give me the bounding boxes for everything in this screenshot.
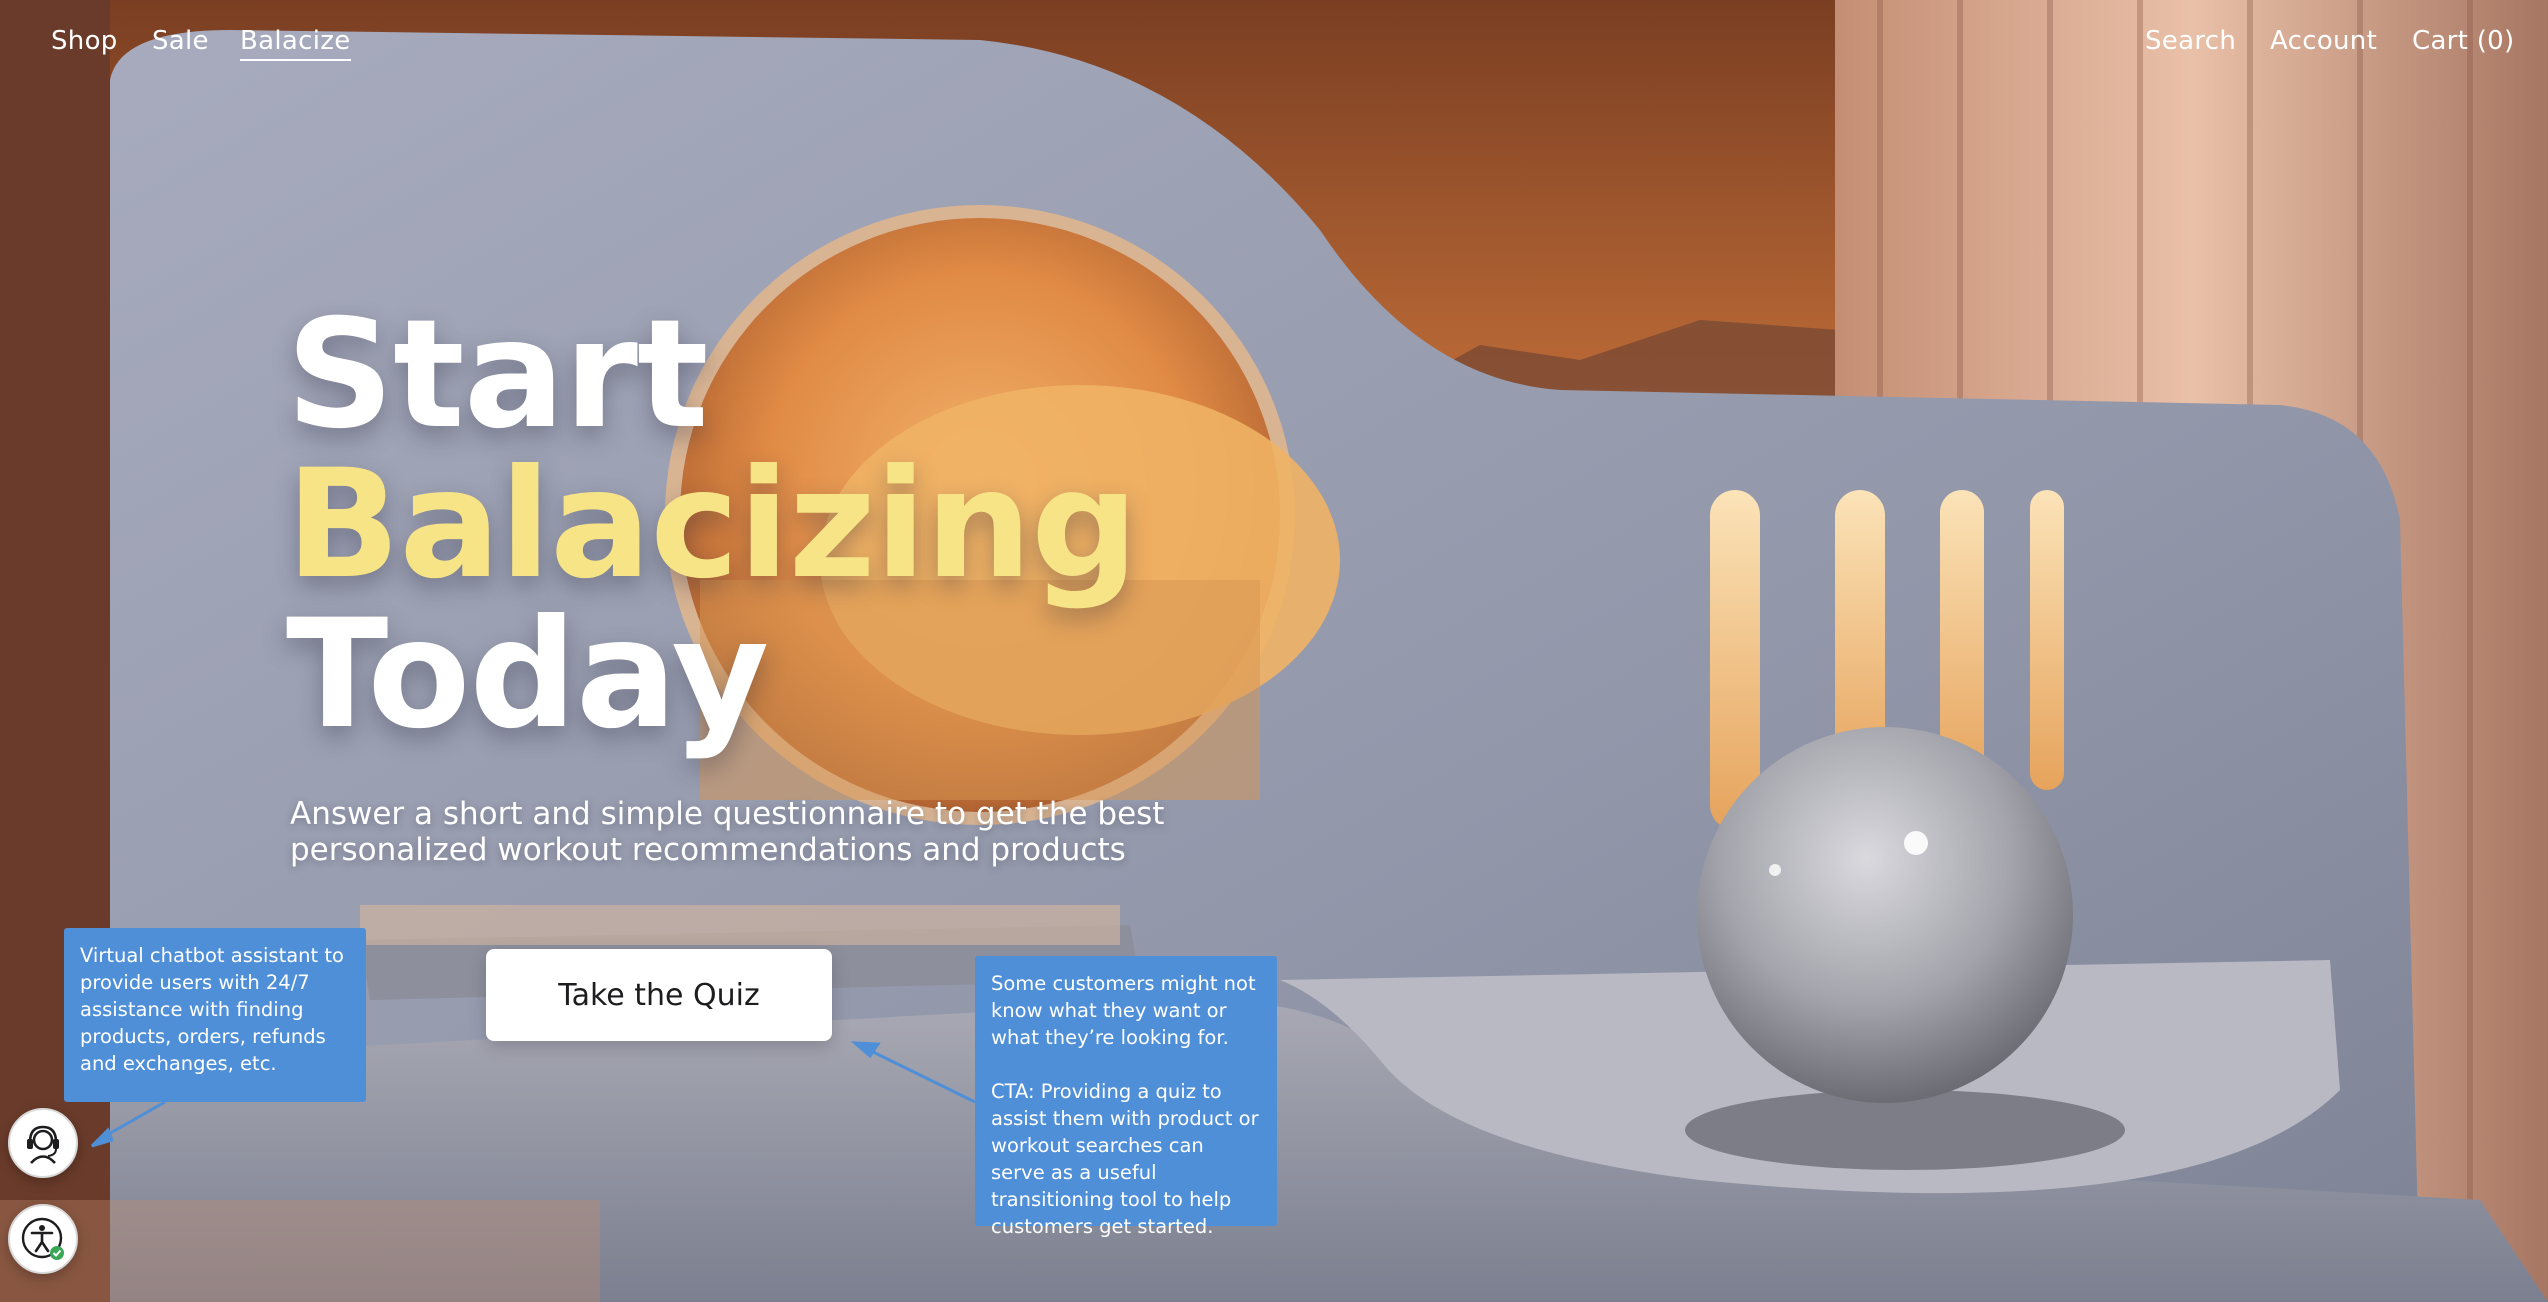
chatbot-annotation-note: Virtual chatbot assistant to provide use… <box>64 928 366 1102</box>
nav-account-link[interactable]: Account <box>2270 26 2377 56</box>
nav-cart-link[interactable]: Cart (0) <box>2412 26 2514 56</box>
nav-search-link[interactable]: Search <box>2145 26 2236 56</box>
quiz-annotation-note: Some customers might not know what they … <box>975 956 1277 1238</box>
chatbot-note-text: Virtual chatbot assistant to provide use… <box>80 944 344 1075</box>
hero-subtitle: Answer a short and simple questionnaire … <box>290 796 1190 868</box>
chat-support-button[interactable] <box>8 1108 78 1178</box>
accessibility-button[interactable] <box>8 1204 78 1274</box>
headset-agent-icon <box>27 1125 59 1164</box>
quiz-note-text-1: Some customers might not know what they … <box>991 972 1256 1049</box>
hero-subtitle-line-1: Answer a short and simple questionnaire … <box>290 796 1165 832</box>
take-quiz-button[interactable]: Take the Quiz <box>486 949 832 1041</box>
hero-line-balacizing: Balacizing <box>286 438 1138 612</box>
hero-line-today: Today <box>286 588 769 762</box>
nav-balacize-link[interactable]: Balacize <box>240 26 351 61</box>
nav-sale-link[interactable]: Sale <box>152 26 209 56</box>
quiz-note-text-2: CTA: Providing a quiz to assist them wit… <box>991 1080 1259 1238</box>
nav-shop-link[interactable]: Shop <box>51 26 118 56</box>
accessibility-icon <box>21 1217 64 1260</box>
hero-subtitle-line-2: personalized workout recommendations and… <box>290 832 1126 868</box>
hero-line-start: Start <box>286 288 709 462</box>
